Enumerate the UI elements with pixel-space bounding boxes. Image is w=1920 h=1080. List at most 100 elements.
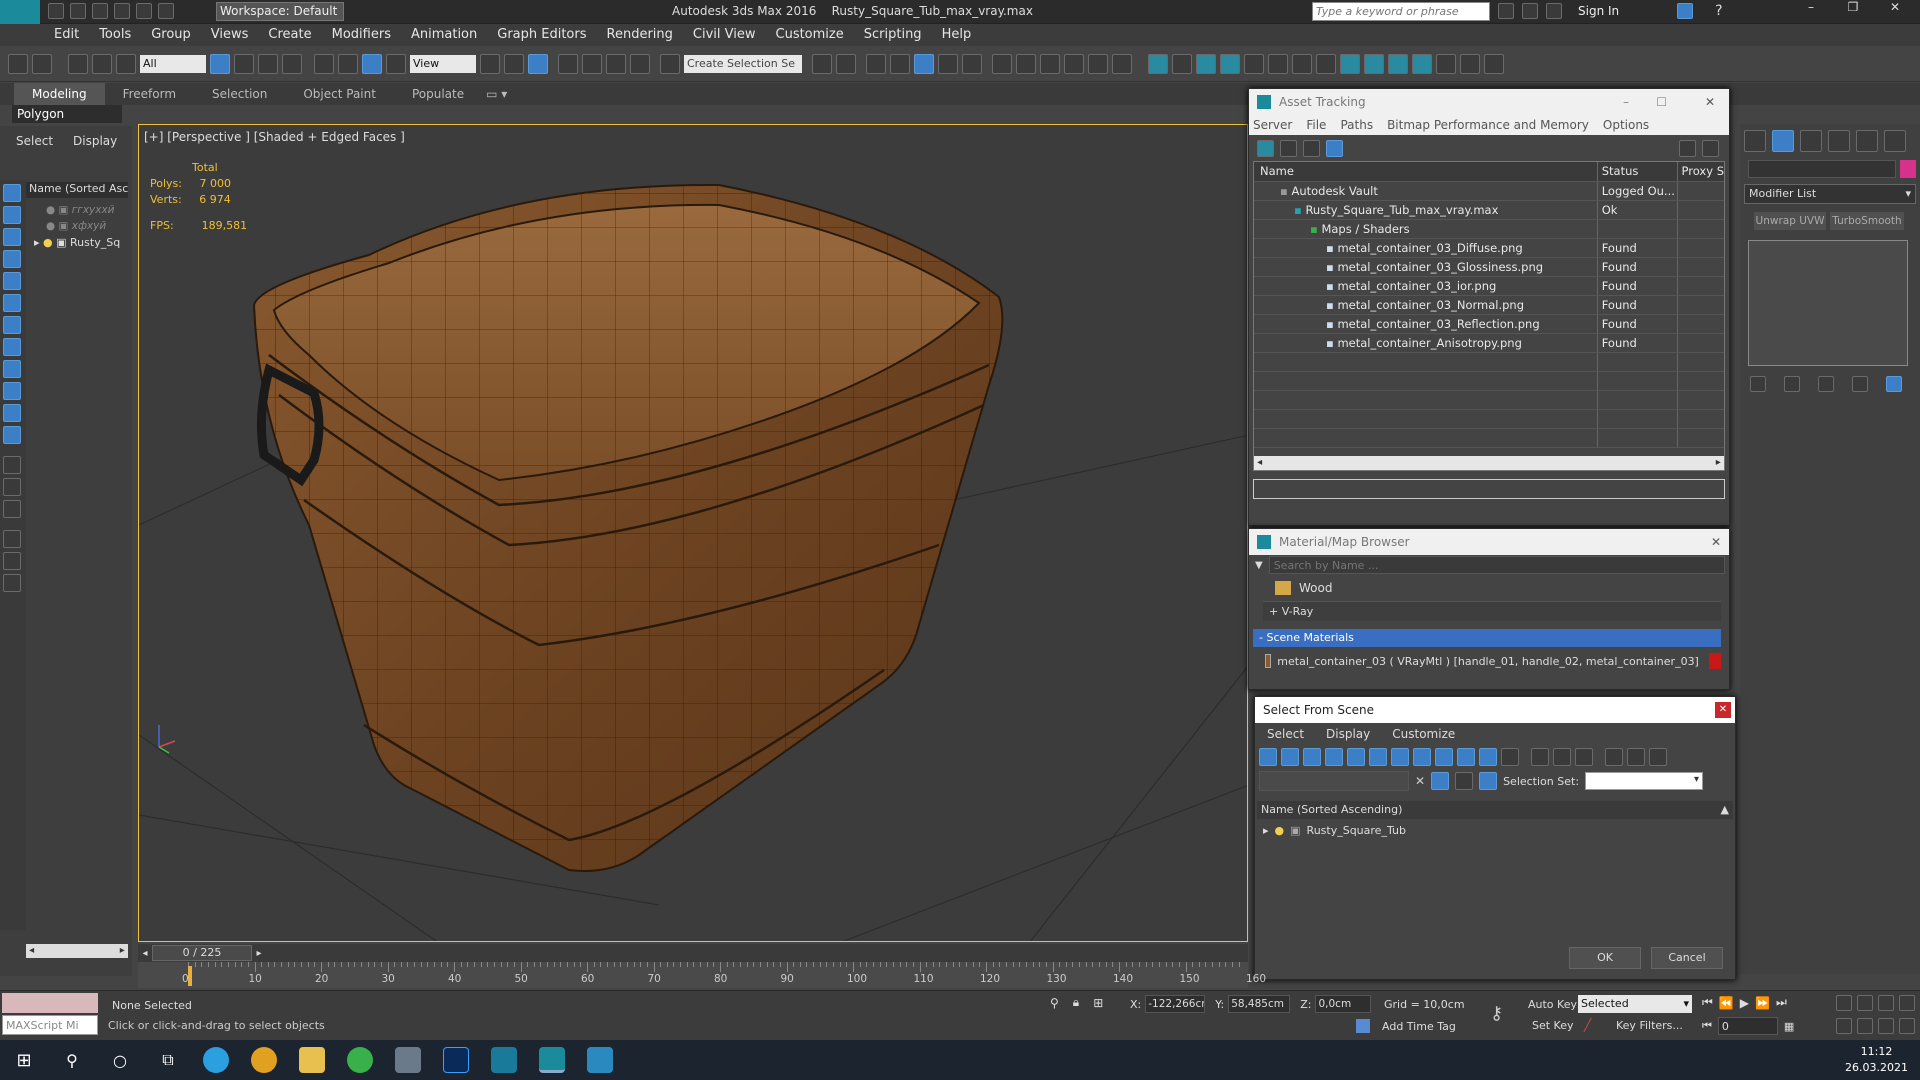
table-row[interactable]: ▪ Maps / Shaders	[1254, 219, 1724, 239]
perspective-viewport[interactable]	[138, 124, 1248, 942]
maximize-icon[interactable]: ☐	[1656, 89, 1667, 115]
display-containers-icon[interactable]	[1457, 748, 1475, 766]
ok-button[interactable]: OK	[1569, 947, 1641, 969]
scene-menu-select[interactable]: Select	[1267, 727, 1304, 741]
play-icon[interactable]: ▶	[1740, 996, 1749, 1010]
schematic-view-icon[interactable]	[962, 53, 982, 74]
open-file-icon[interactable]	[70, 3, 86, 19]
close-icon[interactable]: ✕	[1715, 702, 1731, 718]
vray-sun-icon[interactable]	[1172, 53, 1192, 74]
col-status[interactable]: Status	[1597, 162, 1678, 182]
list-view-icon[interactable]	[1280, 139, 1297, 157]
menu-rendering[interactable]: Rendering	[597, 24, 683, 46]
scene-menu-customize[interactable]: Customize	[1392, 727, 1455, 741]
hierarchy-icon[interactable]	[1479, 772, 1498, 790]
hierarchy-sort-icon[interactable]	[3, 574, 21, 592]
layer-explorer-icon[interactable]	[866, 53, 886, 74]
display-bones-icon[interactable]	[1435, 748, 1453, 766]
time-slider[interactable]: ◂ 0 / 225 ▸	[138, 944, 1248, 962]
light-bulb-icon[interactable]: ●	[1275, 824, 1285, 837]
time-configuration-icon[interactable]: ▦	[1784, 1020, 1794, 1033]
info-center-icon[interactable]	[1522, 3, 1538, 19]
menu-tools[interactable]: Tools	[89, 24, 141, 46]
move-icon[interactable]	[314, 53, 334, 74]
selection-set-dropdown[interactable]: ▾	[1585, 772, 1704, 790]
display-cameras-icon[interactable]	[1325, 748, 1343, 766]
table-row[interactable]: ▪ Rusty_Square_Tub_max_vray.max Ok	[1254, 200, 1724, 220]
help-search-input[interactable]	[1312, 2, 1490, 21]
object-name-field[interactable]	[1748, 160, 1896, 178]
mirror-icon[interactable]	[812, 53, 832, 74]
vray-plane-icon[interactable]	[1292, 53, 1312, 74]
unlink-icon[interactable]	[92, 53, 112, 74]
vray-mesh-export-icon[interactable]	[1460, 53, 1480, 74]
menu-views[interactable]: Views	[201, 24, 259, 46]
menu-group[interactable]: Group	[141, 24, 201, 46]
col-proxy[interactable]: Proxy S	[1677, 162, 1724, 182]
maxscript-mini-listener[interactable]	[2, 1015, 98, 1035]
asset-menu-bitmap[interactable]: Bitmap Performance and Memory	[1387, 118, 1589, 132]
close-icon[interactable]: ✕	[1711, 529, 1721, 555]
vray-sphere-icon[interactable]	[1316, 53, 1336, 74]
table-row[interactable]: ▪ metal_container_03_Normal.png Found	[1254, 295, 1724, 315]
filter-funnel-icon[interactable]	[3, 530, 21, 548]
zoom-extents-icon[interactable]	[1878, 995, 1894, 1011]
display-frozen-icon[interactable]	[1479, 748, 1497, 766]
upwork-icon[interactable]	[347, 1047, 373, 1073]
asset-help-icon[interactable]	[1679, 139, 1696, 157]
scene-list-header[interactable]: Name (Sorted Ascending) ▲	[1257, 801, 1733, 819]
display-none-icon[interactable]	[3, 478, 21, 496]
display-hidden-icon[interactable]	[1501, 748, 1519, 766]
select-none-icon[interactable]	[1553, 748, 1571, 766]
asset-menu-options[interactable]: Options	[1603, 118, 1649, 132]
tab-selection[interactable]: Selection	[194, 83, 285, 105]
turbosmooth-button[interactable]: TurboSmooth	[1830, 212, 1904, 230]
zoom-all-icon[interactable]	[1857, 995, 1873, 1011]
material-browser-titlebar[interactable]: Material/Map Browser ✕	[1249, 529, 1729, 555]
key-filters-button[interactable]: Key Filters...	[1616, 1019, 1683, 1032]
filter-frozen-icon[interactable]	[3, 404, 21, 422]
col-name[interactable]: Name	[1254, 162, 1598, 182]
remove-modifier-icon[interactable]	[1852, 376, 1868, 392]
modifier-list-dropdown[interactable]: Modifier List ▾	[1744, 184, 1916, 204]
maximize-viewport-icon[interactable]	[1899, 1017, 1915, 1034]
clear-filter-icon[interactable]: ✕	[1415, 774, 1425, 788]
vray-toolbar-icon[interactable]	[1388, 53, 1408, 74]
zoom-extents-all-icon[interactable]	[1899, 995, 1915, 1011]
ribbon-toggle-icon[interactable]	[914, 53, 934, 74]
favorites-star-icon[interactable]	[1546, 3, 1562, 19]
object-color-swatch[interactable]	[1900, 160, 1916, 178]
asset-menu-paths[interactable]: Paths	[1340, 118, 1373, 132]
light-bulb-icon[interactable]: ●	[46, 204, 55, 216]
expand-arrow-icon[interactable]: ▸	[34, 236, 40, 249]
time-slider-thumb[interactable]: 0 / 225	[152, 945, 252, 961]
select-all-icon[interactable]	[1531, 748, 1549, 766]
spinner-snap-icon[interactable]	[630, 53, 650, 74]
filter-cameras-icon[interactable]	[3, 250, 21, 268]
undo-icon[interactable]	[114, 3, 130, 19]
help-icon[interactable]: ?	[1715, 3, 1722, 19]
isolate-icon[interactable]: ⚲	[1050, 996, 1059, 1010]
next-frame-icon[interactable]: ▸	[252, 948, 266, 959]
task-view-icon[interactable]: ⧉	[144, 1050, 192, 1070]
layer-sort-icon[interactable]	[3, 552, 21, 570]
light-bulb-icon[interactable]: ●	[46, 220, 55, 232]
scene-materials-rollout[interactable]: - Scene Materials	[1253, 629, 1721, 647]
named-selection-set-dropdown[interactable]: Create Selection Se	[684, 54, 802, 73]
calculator-icon[interactable]	[395, 1047, 421, 1073]
configure-modifier-sets-icon[interactable]	[1886, 376, 1902, 392]
set-key-filters-icon[interactable]: ╱	[1584, 1018, 1591, 1032]
wood-library-item[interactable]: Wood	[1275, 577, 1729, 599]
display-all-icon[interactable]	[3, 456, 21, 474]
display-groups-icon[interactable]	[1391, 748, 1409, 766]
track-bar[interactable]: 0 10 20 30 40 50 60 70 80 90 100 110 120 130 140 150 160	[138, 962, 1266, 988]
modifier-stack[interactable]	[1748, 240, 1908, 366]
current-frame-field[interactable]	[1717, 1017, 1778, 1035]
app-s-icon[interactable]	[491, 1047, 517, 1073]
prev-key-icon[interactable]: ⏪	[1719, 996, 1734, 1010]
list-item[interactable]: ● ▣ хфхуй	[46, 220, 106, 232]
y-coordinate-field[interactable]	[1228, 995, 1291, 1013]
x-coordinate-field[interactable]	[1145, 995, 1206, 1013]
keyboard-shortcut-override-icon[interactable]	[528, 53, 548, 74]
motion-tab-icon[interactable]	[1828, 130, 1850, 152]
